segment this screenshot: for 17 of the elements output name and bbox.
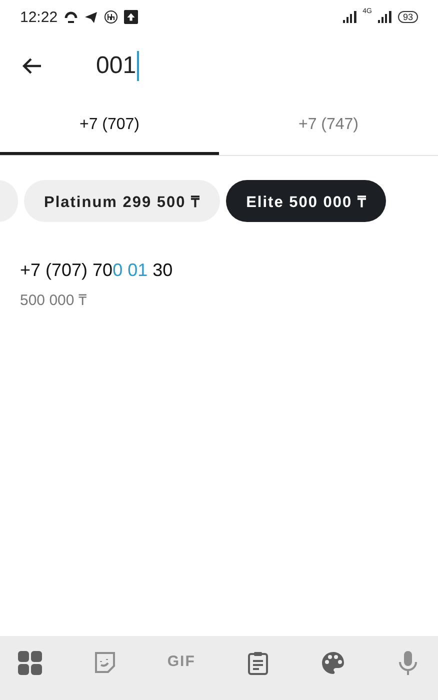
signal-icon	[342, 10, 357, 24]
filter-chip[interactable]: Platinum 299 500 ₸	[24, 180, 220, 222]
tab[interactable]: +7 (747)	[219, 98, 438, 155]
palette-icon[interactable]	[320, 650, 346, 676]
circle-logo-icon	[104, 10, 118, 24]
signal-icon	[378, 10, 392, 24]
apps-icon[interactable]	[17, 650, 43, 676]
sync-icon	[64, 10, 78, 24]
tab[interactable]: +7 (707)	[0, 98, 219, 155]
search-field[interactable]: 001	[96, 51, 140, 81]
filter-chip[interactable]: Elite 500 000 ₸	[226, 180, 386, 222]
status-time: 12:22	[20, 8, 58, 26]
battery-level: 93	[398, 11, 418, 23]
paper-plane-icon	[84, 10, 98, 24]
price-text: 500 000 ₸	[20, 291, 88, 309]
phone-number[interactable]: +7 (707) 700 01 30	[20, 260, 418, 281]
upload-icon	[124, 10, 138, 24]
